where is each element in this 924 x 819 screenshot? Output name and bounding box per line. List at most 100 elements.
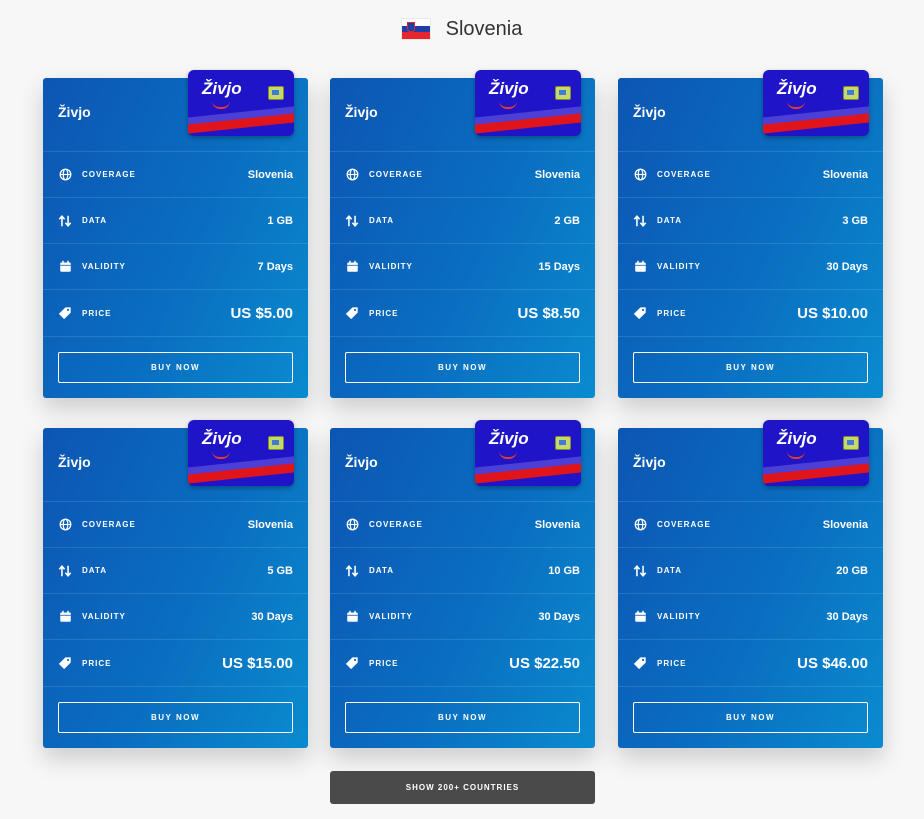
plan-card: Živjo Živjo COVERAGE Slovenia DATA 2 GB — [330, 70, 595, 398]
coverage-row: COVERAGE Slovenia — [330, 152, 595, 198]
plan-card: Živjo Živjo COVERAGE Slovenia DATA 1 GB — [43, 70, 308, 398]
plan-title: Živjo — [345, 454, 378, 470]
data-value: 1 GB — [267, 214, 293, 227]
price-label: PRICE — [657, 658, 687, 668]
validity-label: VALIDITY — [657, 262, 701, 271]
data-row: DATA 2 GB — [330, 198, 595, 244]
sim-card-image: Živjo — [475, 420, 581, 486]
sim-card-image: Živjo — [763, 420, 869, 486]
price-row: PRICE US $5.00 — [43, 290, 308, 337]
price-row: PRICE US $10.00 — [618, 290, 883, 337]
validity-row: VALIDITY 30 Days — [618, 244, 883, 290]
buy-now-button[interactable]: BUY NOW — [633, 702, 868, 733]
validity-row: VALIDITY 30 Days — [43, 594, 308, 640]
country-title: Slovenia — [445, 17, 523, 40]
price-tag-icon — [345, 306, 359, 320]
coverage-value: Slovenia — [247, 518, 293, 531]
price-value: US $22.50 — [509, 654, 580, 672]
coverage-value: Slovenia — [247, 168, 293, 181]
globe-icon — [58, 168, 72, 182]
sim-chip-icon — [843, 436, 859, 450]
plan-card: Živjo Živjo COVERAGE Slovenia DATA 3 GB — [618, 70, 883, 398]
up-down-arrows-icon — [633, 564, 647, 578]
card-header: Živjo Živjo — [618, 70, 883, 152]
up-down-arrows-icon — [345, 564, 359, 578]
sim-logo: Živjo — [489, 429, 529, 448]
validity-row: VALIDITY 15 Days — [330, 244, 595, 290]
plan-title: Živjo — [345, 104, 378, 120]
calendar-icon — [345, 260, 359, 274]
plan-title: Živjo — [633, 104, 666, 120]
validity-value: 30 Days — [826, 260, 868, 273]
price-value: US $5.00 — [230, 304, 293, 322]
coverage-label: COVERAGE — [657, 170, 711, 179]
coverage-label: COVERAGE — [82, 520, 136, 529]
price-value: US $15.00 — [222, 654, 293, 672]
logo-smile-icon — [787, 451, 805, 459]
validity-value: 30 Days — [251, 610, 293, 623]
data-label: DATA — [657, 216, 683, 225]
plan-card: Živjo Živjo COVERAGE Slovenia DATA 10 GB — [330, 420, 595, 748]
price-label: PRICE — [369, 658, 399, 668]
data-value: 5 GB — [267, 564, 293, 577]
data-row: DATA 20 GB — [618, 548, 883, 594]
validity-row: VALIDITY 30 Days — [330, 594, 595, 640]
data-value: 10 GB — [548, 564, 580, 577]
up-down-arrows-icon — [58, 564, 72, 578]
price-value: US $10.00 — [797, 304, 868, 322]
buy-now-button[interactable]: BUY NOW — [345, 352, 580, 383]
plan-title: Živjo — [633, 454, 666, 470]
globe-icon — [633, 518, 647, 532]
coverage-value: Slovenia — [822, 518, 868, 531]
coverage-row: COVERAGE Slovenia — [43, 502, 308, 548]
calendar-icon — [58, 610, 72, 624]
buy-now-button[interactable]: BUY NOW — [58, 702, 293, 733]
buy-now-button[interactable]: BUY NOW — [345, 702, 580, 733]
price-row: PRICE US $46.00 — [618, 640, 883, 687]
data-label: DATA — [657, 566, 683, 575]
logo-smile-icon — [212, 451, 230, 459]
sim-logo: Živjo — [777, 79, 817, 98]
sim-logo: Živjo — [202, 79, 242, 98]
globe-icon — [633, 168, 647, 182]
card-header: Živjo Živjo — [330, 420, 595, 502]
coverage-row: COVERAGE Slovenia — [618, 152, 883, 198]
up-down-arrows-icon — [345, 214, 359, 228]
validity-label: VALIDITY — [369, 612, 413, 621]
coverage-row: COVERAGE Slovenia — [330, 502, 595, 548]
coverage-value: Slovenia — [534, 518, 580, 531]
up-down-arrows-icon — [58, 214, 72, 228]
card-header: Živjo Živjo — [43, 420, 308, 502]
price-label: PRICE — [657, 308, 687, 318]
sim-chip-icon — [843, 86, 859, 100]
price-row: PRICE US $22.50 — [330, 640, 595, 687]
logo-smile-icon — [212, 101, 230, 109]
coverage-label: COVERAGE — [657, 520, 711, 529]
calendar-icon — [633, 610, 647, 624]
sim-logo: Živjo — [777, 429, 817, 448]
data-row: DATA 3 GB — [618, 198, 883, 244]
price-tag-icon — [633, 656, 647, 670]
page-header: Slovenia — [0, 14, 924, 44]
show-more-countries-button[interactable]: SHOW 200+ COUNTRIES — [330, 771, 595, 804]
validity-value: 30 Days — [826, 610, 868, 623]
price-value: US $46.00 — [797, 654, 868, 672]
plan-card: Živjo Živjo COVERAGE Slovenia DATA 5 GB — [43, 420, 308, 748]
globe-icon — [345, 518, 359, 532]
price-value: US $8.50 — [517, 304, 580, 322]
data-value: 3 GB — [842, 214, 868, 227]
data-value: 20 GB — [836, 564, 868, 577]
data-row: DATA 5 GB — [43, 548, 308, 594]
sim-chip-icon — [268, 436, 284, 450]
price-label: PRICE — [369, 308, 399, 318]
sim-chip-icon — [555, 86, 571, 100]
card-header: Živjo Živjo — [43, 70, 308, 152]
data-label: DATA — [369, 216, 395, 225]
data-value: 2 GB — [554, 214, 580, 227]
coverage-label: COVERAGE — [369, 520, 423, 529]
validity-value: 7 Days — [257, 260, 293, 273]
buy-now-button[interactable]: BUY NOW — [633, 352, 868, 383]
logo-smile-icon — [499, 451, 517, 459]
buy-now-button[interactable]: BUY NOW — [58, 352, 293, 383]
price-row: PRICE US $15.00 — [43, 640, 308, 687]
